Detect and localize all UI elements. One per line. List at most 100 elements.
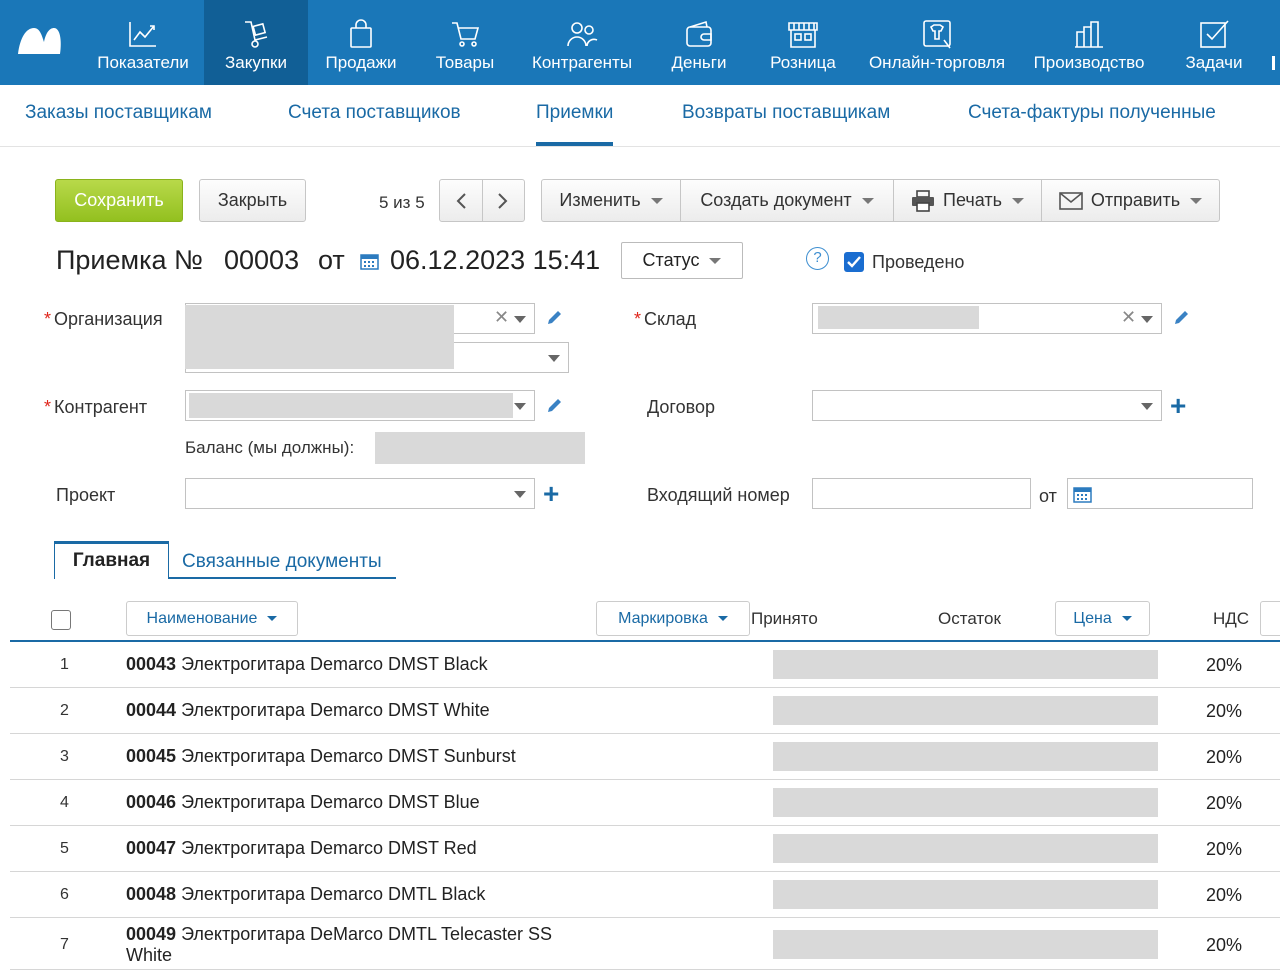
nav-item-money[interactable]: Деньги <box>660 0 738 85</box>
redacted-warehouse <box>818 306 979 329</box>
action-toolbar: Изменить Создать документ Печать Отправи… <box>541 179 1220 222</box>
row-vat[interactable]: 20% <box>1206 747 1242 768</box>
next-record-button[interactable] <box>483 180 525 221</box>
print-button[interactable]: Печать <box>894 180 1042 221</box>
column-header-vat[interactable]: НДС <box>1213 609 1249 629</box>
incoming-number-input[interactable] <box>812 478 1031 509</box>
product-code: 00049 <box>126 924 177 944</box>
column-header-name[interactable]: Наименование <box>126 601 298 636</box>
product-name[interactable]: 00043 Электрогитара Demarco DMST Black <box>126 654 596 675</box>
nav-item-products[interactable]: Товары <box>420 0 510 85</box>
subnav-supplier-returns[interactable]: Возвраты поставщикам <box>682 102 890 124</box>
edit-pencil-icon[interactable] <box>545 309 563 327</box>
contract-select[interactable] <box>812 390 1162 421</box>
chevron-down-icon[interactable] <box>548 355 560 362</box>
table-row[interactable]: 2 00044 Электрогитара Demarco DMST White… <box>10 688 1280 734</box>
table-row[interactable]: 6 00048 Электрогитара Demarco DMTL Black… <box>10 872 1280 918</box>
tab-main[interactable]: Главная <box>54 541 169 579</box>
edit-pencil-icon[interactable] <box>545 397 563 415</box>
chevron-down-icon <box>1121 616 1132 621</box>
add-project-icon[interactable]: + <box>543 480 559 508</box>
table-row[interactable]: 5 00047 Электрогитара Demarco DMST Red 2… <box>10 826 1280 872</box>
chevron-down-icon[interactable] <box>1141 316 1153 323</box>
product-name[interactable]: 00049 Электрогитара DeMarco DMTL Telecas… <box>126 924 596 966</box>
chevron-down-icon[interactable] <box>514 403 526 410</box>
add-contract-icon[interactable]: + <box>1170 392 1186 420</box>
record-pager <box>439 179 525 222</box>
chevron-down-icon[interactable] <box>1141 403 1153 410</box>
redacted-row-values <box>773 742 1158 771</box>
row-number: 6 <box>60 886 69 903</box>
table-row[interactable]: 7 00049 Электрогитара DeMarco DMTL Telec… <box>10 918 1280 970</box>
redacted-organization <box>185 305 454 369</box>
subnav-received-invoices[interactable]: Счета-фактуры полученные <box>968 102 1216 124</box>
product-title: Электрогитара DeMarco DMTL Telecaster SS… <box>126 924 553 965</box>
prev-record-button[interactable] <box>440 180 483 221</box>
project-select[interactable] <box>185 478 535 509</box>
incoming-date-input[interactable] <box>1067 478 1253 509</box>
column-header-accepted[interactable]: Принято <box>751 609 818 629</box>
row-vat[interactable]: 20% <box>1206 839 1242 860</box>
subnav-supplier-orders[interactable]: Заказы поставщикам <box>25 102 212 124</box>
select-all-checkbox[interactable] <box>51 610 71 630</box>
clear-icon[interactable]: ✕ <box>1121 307 1136 328</box>
nav-item-online-trade[interactable]: Онлайн-торговля <box>862 0 1012 85</box>
edit-pencil-icon[interactable] <box>1172 309 1190 327</box>
redacted-row-values <box>773 788 1158 817</box>
row-number: 4 <box>60 794 69 811</box>
product-name[interactable]: 00046 Электрогитара Demarco DMST Blue <box>126 792 596 813</box>
posted-checkbox[interactable] <box>844 252 864 272</box>
product-code: 00043 <box>126 654 177 674</box>
row-vat[interactable]: 20% <box>1206 701 1242 722</box>
task-check-icon <box>1200 20 1229 48</box>
column-header-remainder[interactable]: Остаток <box>938 609 1001 629</box>
subnav-receipts[interactable]: Приемки <box>536 102 614 146</box>
row-number: 1 <box>60 656 69 673</box>
chevron-down-icon[interactable] <box>514 491 526 498</box>
calendar-icon[interactable] <box>1073 485 1092 503</box>
nav-item-purchases[interactable]: Закупки <box>204 0 308 85</box>
logo-icon[interactable] <box>16 24 62 56</box>
document-datetime[interactable]: 06.12.2023 15:41 <box>390 245 600 276</box>
nav-item-dashboard[interactable]: Показатели <box>88 0 198 85</box>
send-button[interactable]: Отправить <box>1042 180 1219 221</box>
chevron-down-icon[interactable] <box>514 316 526 323</box>
edit-button[interactable]: Изменить <box>542 180 681 221</box>
row-vat[interactable]: 20% <box>1206 793 1242 814</box>
redacted-row-values <box>773 650 1158 679</box>
row-vat[interactable]: 20% <box>1206 655 1242 676</box>
save-button[interactable]: Сохранить <box>55 179 183 222</box>
nav-item-sales[interactable]: Продажи <box>314 0 408 85</box>
help-icon[interactable]: ? <box>806 247 829 270</box>
create-document-button[interactable]: Создать документ <box>681 180 894 221</box>
incoming-date-from-label: от <box>1039 486 1057 506</box>
product-name[interactable]: 00044 Электрогитара Demarco DMST White <box>126 700 596 721</box>
nav-item-counterparties[interactable]: Контрагенты <box>522 0 642 85</box>
chevron-down-icon <box>717 616 728 621</box>
calendar-icon[interactable] <box>360 252 379 270</box>
close-button[interactable]: Закрыть <box>199 179 306 222</box>
table-row[interactable]: 4 00046 Электрогитара Demarco DMST Blue … <box>10 780 1280 826</box>
document-number[interactable]: 00003 <box>224 245 299 276</box>
tab-related-documents[interactable]: Связанные документы <box>168 551 396 579</box>
status-dropdown[interactable]: Статус <box>621 242 743 279</box>
table-row[interactable]: 3 00045 Электрогитара Demarco DMST Sunbu… <box>10 734 1280 780</box>
organization-label-text: Организация <box>54 309 163 329</box>
nav-item-production[interactable]: Производство <box>1026 0 1152 85</box>
redacted-row-values <box>773 696 1158 725</box>
row-vat[interactable]: 20% <box>1206 935 1242 956</box>
nav-item-retail[interactable]: Розница <box>762 0 844 85</box>
product-name[interactable]: 00048 Электрогитара Demarco DMTL Black <box>126 884 596 905</box>
product-name[interactable]: 00047 Электрогитара Demarco DMST Red <box>126 838 596 859</box>
subnav-supplier-invoices[interactable]: Счета поставщиков <box>288 102 461 124</box>
nav-item-tasks[interactable]: Задачи <box>1174 0 1254 85</box>
counterparty-label-text: Контрагент <box>54 397 148 417</box>
column-header-price[interactable]: Цена <box>1055 601 1150 636</box>
column-settings-button[interactable] <box>1260 601 1280 636</box>
product-title: Электрогитара Demarco DMST Black <box>181 654 488 674</box>
clear-icon[interactable]: ✕ <box>494 307 509 328</box>
column-header-marking[interactable]: Маркировка <box>596 601 750 636</box>
row-vat[interactable]: 20% <box>1206 885 1242 906</box>
table-row[interactable]: 1 00043 Электрогитара Demarco DMST Black… <box>10 642 1280 688</box>
product-name[interactable]: 00045 Электрогитара Demarco DMST Sunburs… <box>126 746 596 767</box>
